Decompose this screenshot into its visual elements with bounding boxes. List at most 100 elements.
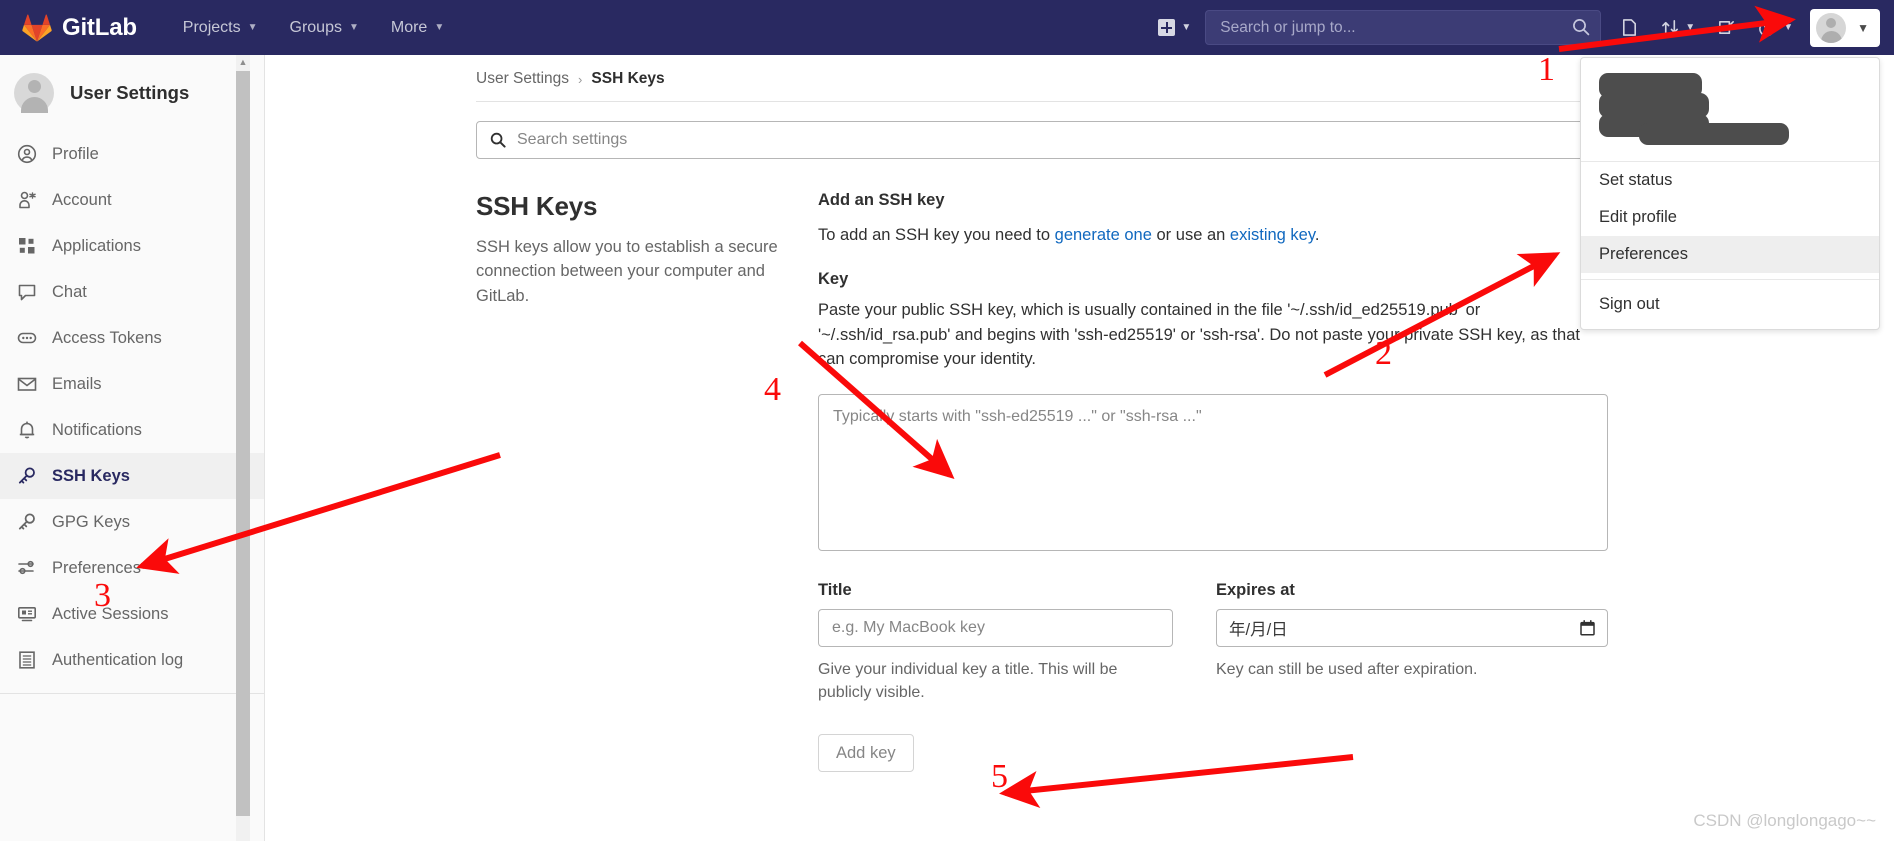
sidebar-item-active-sessions[interactable]: Active Sessions [0, 591, 264, 637]
sidebar-item-notifications[interactable]: Notifications [0, 407, 264, 453]
user-dropdown-menu: Set status Edit profile Preferences Sign… [1580, 57, 1880, 330]
title-expires-row: Title Give your individual key a title. … [818, 581, 1856, 704]
help-icon [1759, 18, 1777, 36]
sidebar-scrollbar[interactable]: ▲ [236, 55, 250, 841]
sidebar-item-label: Profile [52, 144, 99, 163]
applications-icon [17, 236, 37, 256]
sidebar-item-emails[interactable]: Emails [0, 361, 264, 407]
plus-square-icon [1158, 19, 1176, 36]
issues-icon-button[interactable] [1609, 0, 1650, 55]
email-icon [17, 374, 37, 394]
issues-icon [1623, 19, 1637, 36]
chevron-down-icon: ▼ [1181, 22, 1192, 33]
sidebar-item-label: Access Tokens [52, 328, 162, 347]
sidebar-nav-list: Profile Account Applications Chat Access… [0, 131, 264, 683]
add-key-button[interactable]: Add key [818, 734, 914, 773]
dropdown-item-sign-out[interactable]: Sign out [1581, 286, 1879, 323]
key-icon [17, 512, 37, 532]
title-field-group: Title Give your individual key a title. … [818, 581, 1173, 704]
sidebar-item-account[interactable]: Account [0, 177, 264, 223]
breadcrumb-separator-icon: › [578, 71, 583, 87]
sidebar-scrollbar-thumb[interactable] [236, 71, 250, 816]
existing-key-link[interactable]: existing key [1230, 226, 1315, 244]
profile-icon [17, 144, 37, 164]
new-item-button[interactable]: ▼ [1148, 19, 1201, 36]
sidebar-item-label: Preferences [52, 558, 141, 577]
log-icon [17, 650, 37, 670]
expires-date-placeholder: 年/月/日 [1229, 621, 1288, 639]
sidebar-item-profile[interactable]: Profile [0, 131, 264, 177]
page-description: SSH keys allow you to establish a secure… [476, 238, 778, 305]
sidebar-item-access-tokens[interactable]: Access Tokens [0, 315, 264, 361]
merge-requests-icon-button[interactable]: ▼ [1650, 0, 1706, 55]
primary-nav: Projects ▼ Groups ▼ More ▼ [167, 13, 460, 43]
preferences-icon [17, 558, 37, 578]
chevron-down-icon: ▼ [1857, 20, 1869, 35]
nav-item-more-label: More [390, 18, 428, 36]
nav-item-groups-label: Groups [289, 18, 342, 36]
expires-date-input[interactable]: 年/月/日 [1216, 609, 1608, 647]
sidebar-item-chat[interactable]: Chat [0, 269, 264, 315]
sidebar-item-ssh-keys[interactable]: SSH Keys [0, 453, 264, 499]
sidebar-item-preferences[interactable]: Preferences [0, 545, 264, 591]
nav-item-groups[interactable]: Groups ▼ [277, 13, 372, 43]
nav-item-more[interactable]: More ▼ [378, 13, 457, 43]
title-help-text: Give your individual key a title. This w… [818, 661, 1118, 702]
annotation-number-3: 3 [94, 577, 111, 614]
form-intro-before: To add an SSH key you need to [818, 226, 1055, 244]
nav-item-projects-label: Projects [182, 18, 241, 36]
annotation-number-1: 1 [1538, 51, 1555, 88]
watermark: CSDN @longlongago~~ [1693, 811, 1876, 830]
avatar [1816, 12, 1847, 43]
chevron-down-icon: ▼ [1685, 22, 1696, 33]
expires-help-text: Key can still be used after expiration. [1216, 661, 1478, 678]
sidebar-avatar [14, 73, 54, 113]
chevron-down-icon: ▼ [1783, 22, 1794, 33]
nav-item-projects[interactable]: Projects ▼ [170, 13, 271, 43]
key-icon [17, 466, 37, 486]
sidebar-title: User Settings [70, 82, 190, 103]
sidebar-item-label: Notifications [52, 420, 142, 439]
user-settings-sidebar: User Settings Profile Account Applicatio… [0, 55, 265, 841]
navbar-right-cluster: ▼ ▼ [1148, 0, 1894, 55]
sidebar-item-label: Chat [52, 282, 87, 301]
account-icon [17, 190, 37, 210]
sidebar-divider [0, 693, 264, 694]
dropdown-item-set-status[interactable]: Set status [1581, 162, 1879, 199]
todos-icon-button[interactable] [1706, 0, 1747, 55]
scroll-up-arrow-icon[interactable]: ▲ [236, 55, 250, 70]
key-help-text: Paste your public SSH key, which is usua… [818, 300, 1580, 369]
panel-description-column: SSH Keys SSH keys allow you to establish… [476, 191, 818, 772]
chat-icon [17, 282, 37, 302]
sidebar-item-label: SSH Keys [52, 466, 130, 485]
breadcrumb-parent[interactable]: User Settings [476, 70, 569, 88]
annotation-number-2: 2 [1375, 335, 1392, 372]
sidebar-item-applications[interactable]: Applications [0, 223, 264, 269]
user-avatar-button[interactable]: ▼ [1810, 8, 1880, 47]
calendar-icon[interactable] [1580, 620, 1595, 636]
ssh-key-textarea[interactable] [818, 394, 1608, 551]
annotation-number-4: 4 [764, 371, 781, 408]
dropdown-item-edit-profile[interactable]: Edit profile [1581, 199, 1879, 236]
expires-field-group: Expires at 年/月/日 Key can still be used a… [1216, 581, 1608, 704]
breadcrumb-current[interactable]: SSH Keys [591, 70, 664, 88]
dropdown-divider [1581, 279, 1879, 280]
gitlab-ssh-keys-page: GitLab Projects ▼ Groups ▼ More ▼ ▼ Sear… [0, 0, 1894, 841]
sidebar-item-label: Account [52, 190, 112, 209]
search-input[interactable] [1205, 10, 1602, 45]
monitor-icon [17, 604, 37, 624]
dropdown-item-preferences[interactable]: Preferences [1581, 236, 1879, 273]
page-title: SSH Keys [476, 191, 598, 221]
sidebar-item-gpg-keys[interactable]: GPG Keys [0, 499, 264, 545]
expires-field-label: Expires at [1216, 581, 1295, 599]
sidebar-item-authentication-log[interactable]: Authentication log [0, 637, 264, 683]
annotation-number-5: 5 [991, 758, 1008, 795]
chevron-down-icon: ▼ [247, 22, 258, 33]
gitlab-logo[interactable]: GitLab [22, 14, 137, 42]
bell-icon [17, 420, 37, 440]
help-icon-button[interactable]: ▼ [1747, 0, 1804, 55]
tanuki-icon [22, 14, 52, 42]
generate-one-link[interactable]: generate one [1055, 226, 1152, 244]
form-intro: To add an SSH key you need to generate o… [818, 223, 1608, 248]
key-title-input[interactable] [818, 609, 1173, 647]
